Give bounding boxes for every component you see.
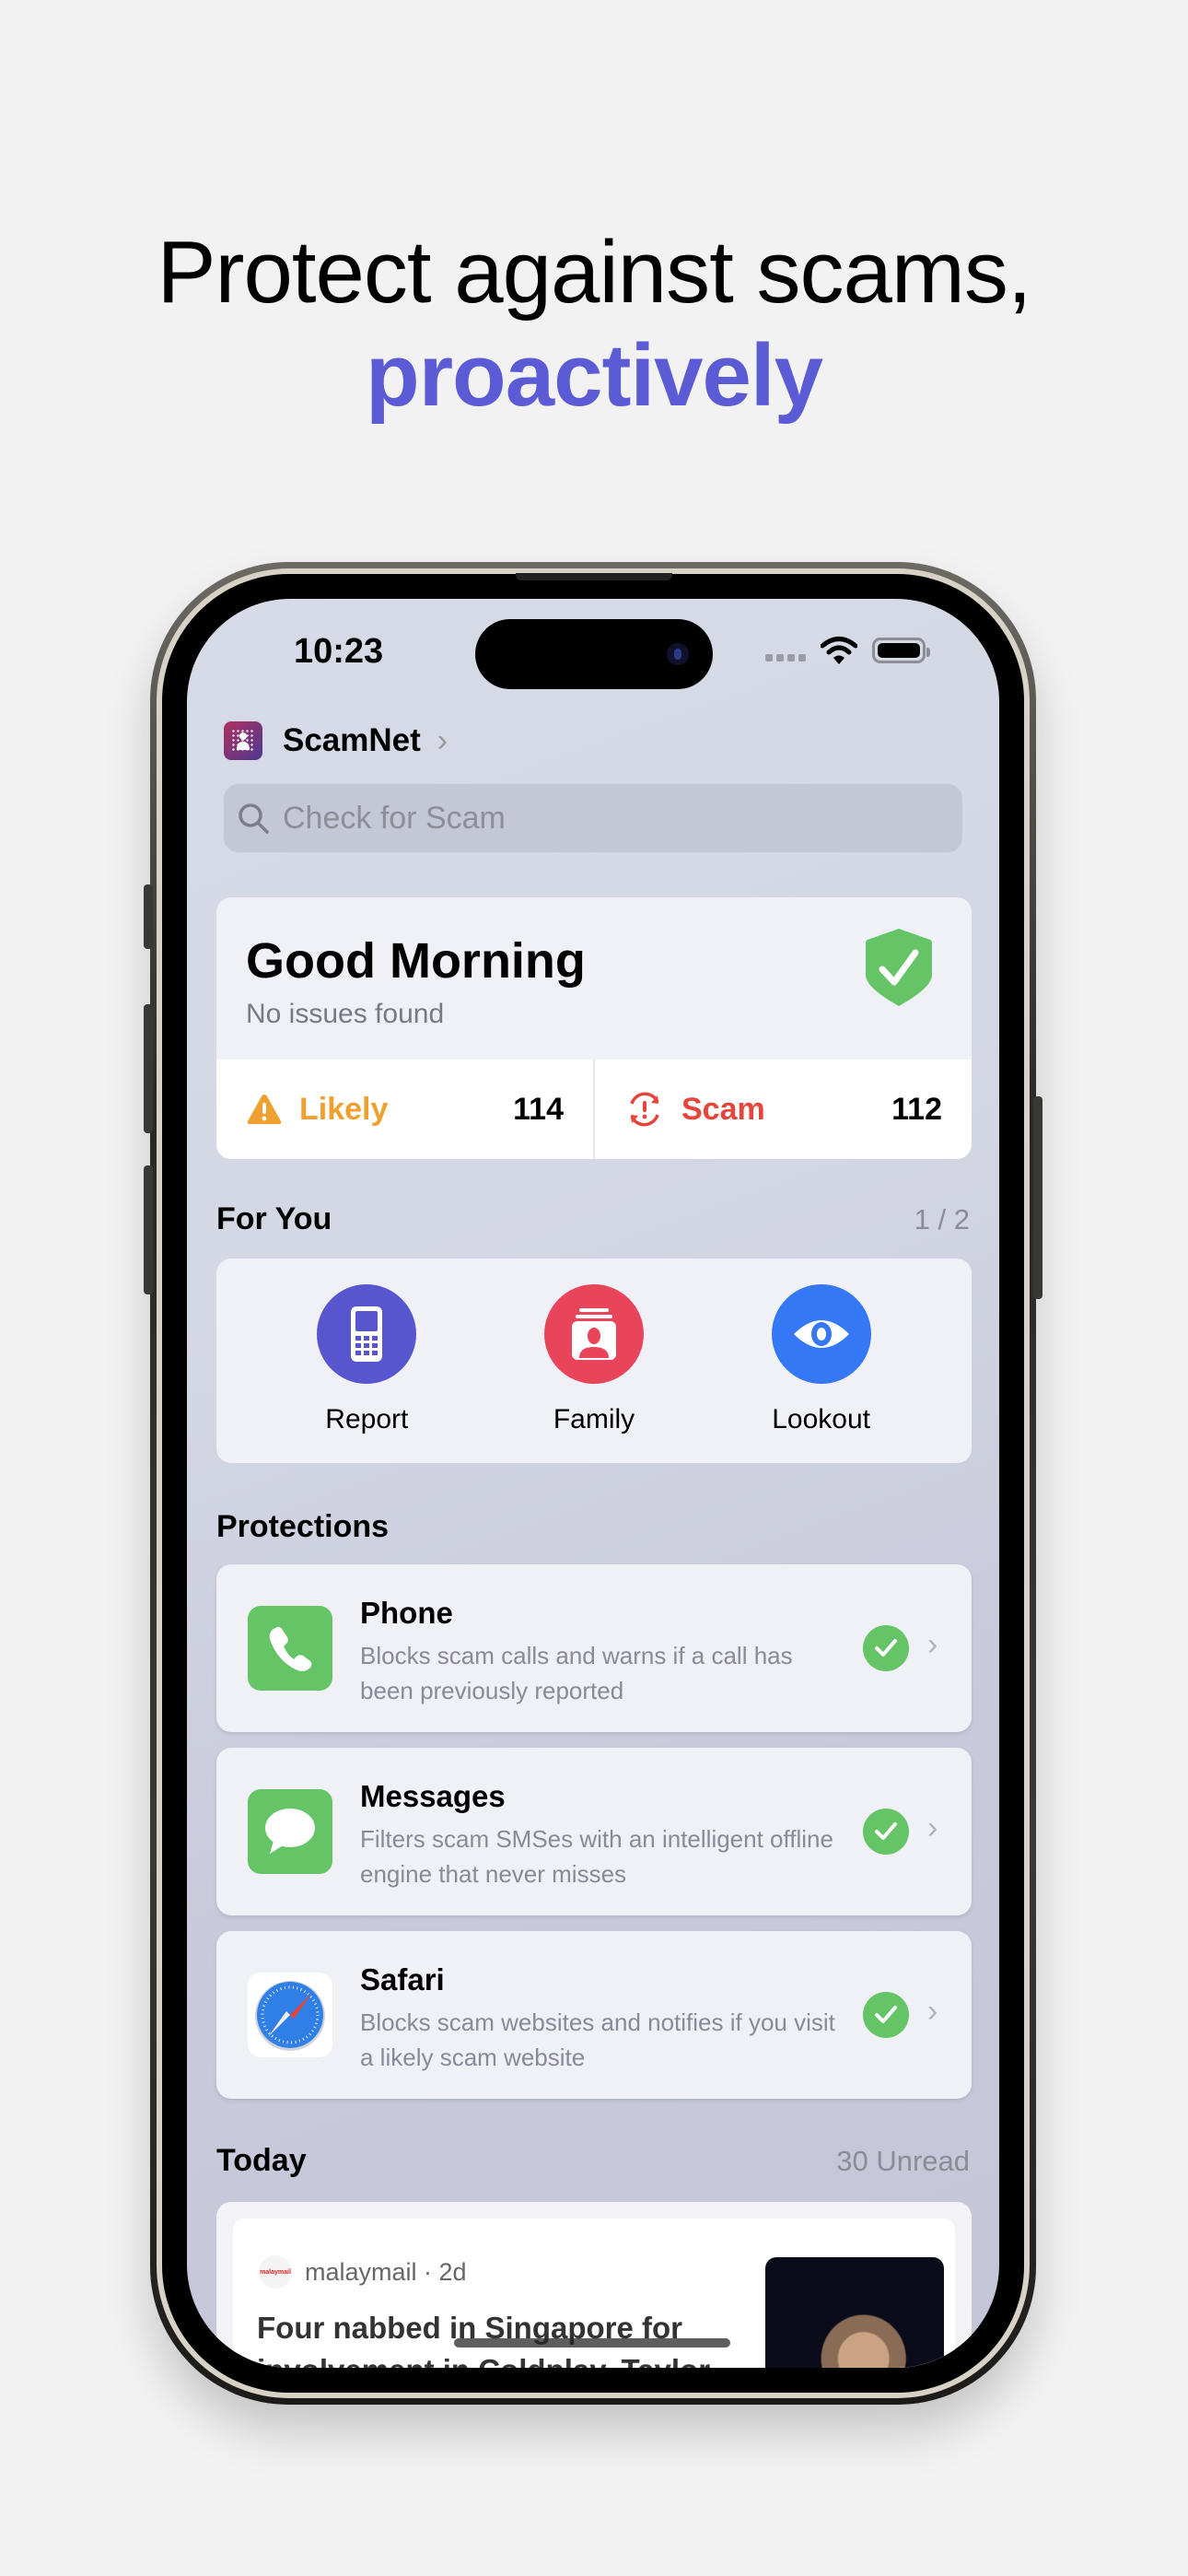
- speaker-grille: [516, 573, 672, 580]
- for-you-report[interactable]: Report: [274, 1259, 459, 1463]
- headline-line-1: Protect against scams,: [157, 223, 1031, 322]
- for-you-family[interactable]: Family: [502, 1259, 686, 1463]
- for-you-lookout[interactable]: Lookout: [729, 1259, 914, 1463]
- check-circle-icon: [863, 1625, 909, 1671]
- malaymail-logo-icon: malaymail: [259, 2255, 292, 2289]
- search-input[interactable]: [283, 800, 927, 837]
- power-button: [1033, 1096, 1042, 1299]
- for-you-report-label: Report: [325, 1404, 409, 1434]
- phone-icon: [269, 1626, 312, 1671]
- status-text: No issues found: [246, 999, 445, 1029]
- protection-safari-description: Blocks scam websites and notifies if you…: [360, 2008, 835, 2071]
- protections-title: Protections: [216, 1509, 390, 1544]
- contact-card-icon: [571, 1308, 616, 1360]
- today-unread-count: 30 Unread: [836, 2145, 970, 2177]
- summary-card: Good Morning No issues found Likely 114: [216, 897, 972, 1159]
- for-you-family-label: Family: [553, 1404, 635, 1434]
- dynamic-island: [475, 619, 713, 689]
- alert-cycle-icon: [630, 1092, 659, 1127]
- today-title: Today: [216, 2143, 307, 2178]
- chevron-right-icon: ›: [437, 722, 448, 758]
- phone-screen: 10:23 ScamNet › Good Morning No issues f…: [187, 599, 999, 2368]
- stat-likely-label: Likely: [299, 1091, 389, 1127]
- stat-scam[interactable]: Scam 112: [593, 1060, 972, 1159]
- protection-messages[interactable]: Messages Filters scam SMSes with an inte…: [216, 1748, 972, 1915]
- for-you-lookout-label: Lookout: [772, 1404, 871, 1434]
- eye-icon: [793, 1320, 849, 1348]
- for-you-title: For You: [216, 1201, 332, 1236]
- warning-triangle-icon: [247, 1095, 282, 1124]
- protection-safari-title: Safari: [360, 1962, 445, 1996]
- protection-safari[interactable]: Safari Blocks scam websites and notifies…: [216, 1931, 972, 2099]
- app-name: ScamNet: [283, 722, 421, 758]
- chevron-right-icon: ›: [927, 1810, 938, 1845]
- camera-icon: [667, 643, 689, 665]
- greeting: Good Morning: [246, 933, 586, 989]
- app-header[interactable]: ScamNet ›: [224, 721, 448, 760]
- protection-messages-title: Messages: [360, 1779, 506, 1813]
- volume-up-button: [144, 1004, 153, 1133]
- stat-scam-label: Scam: [681, 1091, 765, 1127]
- stats-row: Likely 114 Scam 112: [216, 1060, 972, 1159]
- stat-scam-value: 112: [891, 1091, 942, 1127]
- article-source: malaymail · 2d: [305, 2257, 467, 2286]
- chevron-right-icon: ›: [927, 1627, 938, 1662]
- stat-likely[interactable]: Likely 114: [216, 1060, 593, 1159]
- marketing-headline: Protect against scams, proactively: [0, 221, 1188, 427]
- status-time: 10:23: [294, 632, 384, 671]
- volume-down-button: [144, 1165, 153, 1294]
- stat-likely-value: 114: [513, 1091, 564, 1127]
- battery-icon: [872, 638, 930, 663]
- message-bubble-icon: [265, 1809, 315, 1854]
- protection-phone[interactable]: Phone Blocks scam calls and warns if a c…: [216, 1564, 972, 1732]
- chevron-right-icon: ›: [927, 1994, 938, 2029]
- search-icon: [239, 803, 269, 834]
- scamnet-app-icon: [224, 721, 262, 760]
- safari-compass-icon: [255, 1981, 325, 2051]
- wifi-icon: [821, 637, 857, 664]
- for-you-page-indicator: 1 / 2: [914, 1203, 970, 1235]
- action-button: [144, 884, 153, 949]
- protection-phone-description: Blocks scam calls and warns if a call ha…: [360, 1642, 793, 1704]
- phone-keypad-icon: [351, 1306, 383, 1362]
- protection-messages-description: Filters scam SMSes with an intelligent o…: [360, 1825, 833, 1888]
- check-circle-icon: [863, 1809, 909, 1855]
- shield-check-icon: [866, 929, 932, 1006]
- article-headline: Four nabbed in Singapore for involvement…: [257, 2311, 710, 2368]
- article-thumbnail: [765, 2257, 944, 2368]
- headline-line-2: proactively: [366, 326, 823, 425]
- cellular-signal-icon: [765, 654, 806, 662]
- for-you-card: Report Family Lookout: [216, 1259, 972, 1463]
- search-bar[interactable]: [224, 784, 962, 852]
- check-circle-icon: [863, 1992, 909, 2038]
- protection-phone-title: Phone: [360, 1596, 453, 1630]
- home-indicator[interactable]: [454, 2338, 730, 2348]
